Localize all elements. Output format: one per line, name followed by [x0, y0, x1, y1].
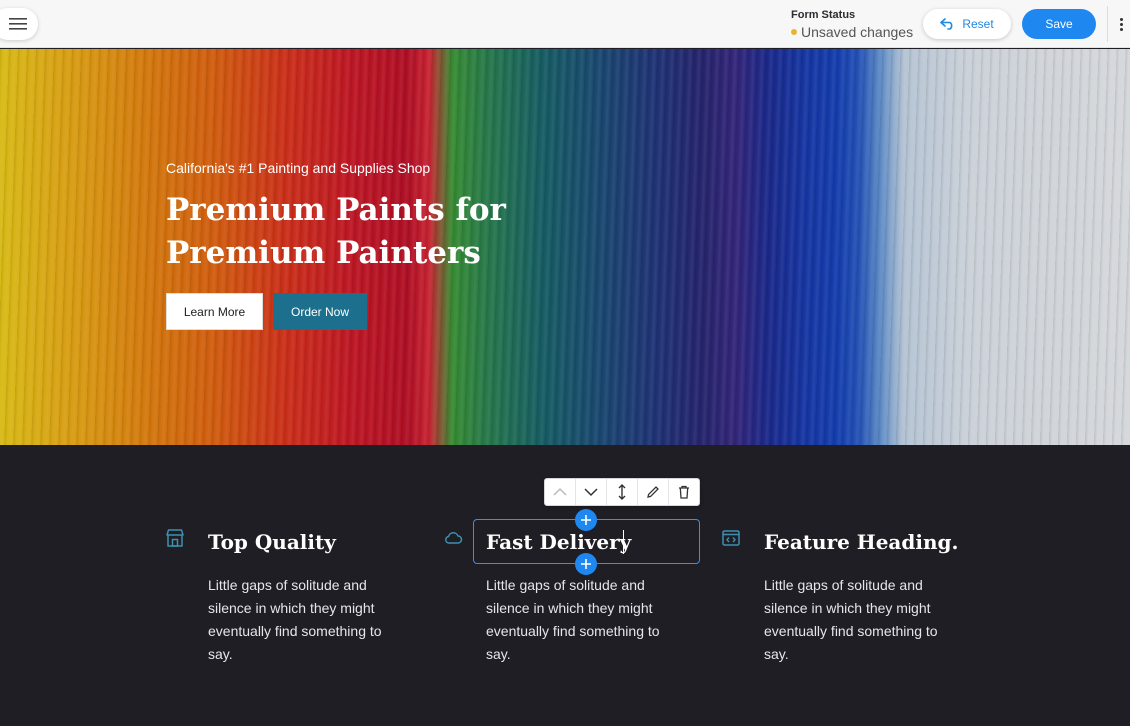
learn-more-button[interactable]: Learn More	[166, 293, 263, 330]
form-status-value-row: Unsaved changes	[791, 23, 913, 41]
trash-icon	[679, 485, 689, 499]
unsaved-dot-icon	[791, 29, 797, 35]
text-caret	[623, 530, 624, 554]
feature-title[interactable]: Fast Delivery	[486, 530, 631, 554]
move-up-button[interactable]	[545, 479, 576, 505]
edit-block-button[interactable]	[638, 479, 669, 505]
hero-content: California's #1 Painting and Supplies Sh…	[166, 159, 546, 330]
code-window-icon	[722, 530, 740, 546]
more-options-icon[interactable]	[1115, 14, 1127, 34]
plus-icon	[581, 515, 591, 525]
move-down-button[interactable]	[576, 479, 607, 505]
reset-label: Reset	[962, 17, 994, 31]
feature-text[interactable]: Little gaps of solitude and silence in w…	[764, 574, 959, 666]
block-toolbar	[544, 478, 700, 506]
store-icon	[166, 529, 184, 547]
chevron-down-icon	[584, 488, 598, 497]
pencil-icon	[647, 486, 659, 498]
drag-reorder-button[interactable]	[607, 479, 638, 505]
undo-arrow-icon	[940, 18, 953, 30]
feature-text[interactable]: Little gaps of solitude and silence in w…	[486, 574, 681, 666]
chevron-up-icon	[553, 487, 567, 496]
form-status-value: Unsaved changes	[801, 24, 914, 40]
hero-eyebrow: California's #1 Painting and Supplies Sh…	[166, 160, 431, 176]
order-now-button[interactable]: Order Now	[273, 293, 367, 330]
delete-block-button[interactable]	[669, 479, 699, 505]
hero-title: Premium Paints for Premium Painters	[166, 192, 506, 271]
reset-button[interactable]: Reset	[923, 9, 1011, 39]
menu-button[interactable]	[0, 8, 38, 40]
cloud-icon	[445, 532, 463, 544]
add-block-below-button[interactable]	[575, 553, 597, 575]
hamburger-menu-icon	[9, 18, 27, 30]
add-block-above-button[interactable]	[575, 509, 597, 531]
hero-section: California's #1 Painting and Supplies Sh…	[0, 49, 1130, 445]
feature-text[interactable]: Little gaps of solitude and silence in w…	[208, 574, 403, 666]
hero-actions: Learn More Order Now	[166, 293, 546, 330]
features-section: Top Quality Little gaps of solitude and …	[0, 445, 1130, 726]
toolbar-divider	[1107, 6, 1108, 42]
plus-icon	[581, 559, 591, 569]
feature-title[interactable]: Feature Heading.	[764, 530, 958, 554]
vertical-arrows-icon	[618, 484, 626, 500]
feature-title[interactable]: Top Quality	[208, 530, 336, 554]
editor-top-bar: Form Status Unsaved changes Reset Save	[0, 0, 1130, 48]
save-button[interactable]: Save	[1022, 9, 1096, 39]
form-status-label: Form Status	[791, 9, 856, 21]
save-label: Save	[1045, 17, 1073, 31]
form-status: Form Status Unsaved changes	[791, 9, 913, 41]
